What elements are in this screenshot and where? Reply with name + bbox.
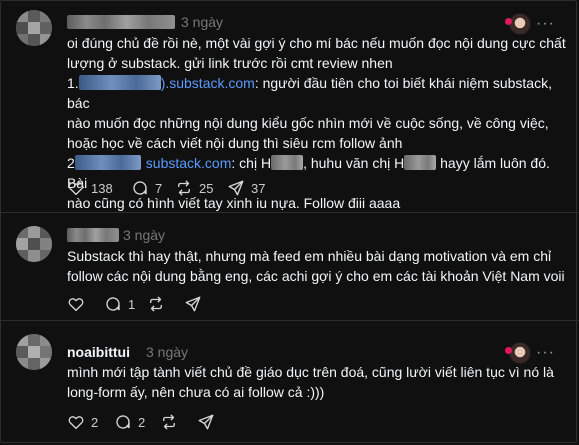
avatar[interactable] <box>16 226 52 262</box>
repost-button[interactable] <box>147 294 165 314</box>
share-count: 37 <box>251 180 266 196</box>
redacted-link <box>74 155 141 170</box>
body-line: nào muốn đọc những nội dung kiểu gốc nhì… <box>67 115 549 131</box>
heart-icon <box>68 416 84 430</box>
body-line: 1.).substack.com: người đầu tiên cho toi… <box>67 75 552 111</box>
comment-icon <box>133 181 147 195</box>
repost-icon <box>150 296 162 312</box>
body-line: mình mới tập tành viết chủ đề giáo dục t… <box>67 364 554 380</box>
like-button[interactable] <box>67 294 85 314</box>
replier-avatar <box>509 13 531 35</box>
heart-icon <box>68 298 84 312</box>
like-count: 2 <box>91 414 99 430</box>
share-button[interactable]: 37 <box>227 178 265 198</box>
post-time: 3 ngày <box>146 344 189 360</box>
send-icon <box>198 414 214 430</box>
body-line: long-form ấy, nên chưa có ai follow cả :… <box>67 384 325 400</box>
repost-count: 25 <box>199 180 214 196</box>
ellipsis-icon[interactable]: ··· <box>536 345 555 361</box>
reply-count: 1 <box>128 296 136 312</box>
body-line: hoặc học về cách viết nội dung thì siêu … <box>67 135 403 151</box>
heart-icon <box>68 182 84 196</box>
repost-button[interactable] <box>160 412 178 432</box>
substack-link[interactable]: ).substack.com <box>161 75 255 91</box>
like-button[interactable]: 2 <box>67 412 98 432</box>
share-button[interactable] <box>197 412 215 432</box>
username-redacted[interactable] <box>67 228 119 242</box>
post-time: 3 ngày <box>181 14 224 30</box>
username-redacted[interactable] <box>67 15 175 29</box>
reply-count: 7 <box>155 180 163 196</box>
substack-link[interactable]: substack.com <box>146 155 232 171</box>
repost-icon <box>178 180 190 196</box>
reply-button[interactable]: 1 <box>104 294 135 314</box>
post-body: Substack thì hay thật, nhưng mà feed em … <box>67 246 567 286</box>
heart-badge-icon <box>505 347 512 354</box>
send-icon <box>228 180 244 196</box>
like-button[interactable]: 138 <box>67 178 113 198</box>
body-line: oi đúng chủ đề rồi nè, một vài gợi ý cho… <box>67 35 566 51</box>
comment-icon <box>116 415 130 429</box>
share-button[interactable] <box>184 294 202 314</box>
reply-button[interactable]: 7 <box>131 178 162 198</box>
redacted-link <box>78 75 161 90</box>
post-3: noaibittui 3 ngày ··· mình mới tập tành … <box>0 321 579 445</box>
replier-avatar <box>509 342 531 364</box>
comment-icon <box>106 297 120 311</box>
reply-button[interactable]: 2 <box>114 412 145 432</box>
body-line: follow các nội dung bằng eng, các achi g… <box>67 268 565 284</box>
reply-count: 2 <box>138 414 146 430</box>
heart-badge-icon <box>505 18 512 25</box>
avatar[interactable] <box>16 10 52 46</box>
ellipsis-icon[interactable]: ··· <box>536 16 555 32</box>
post-body: mình mới tập tành viết chủ đề giáo dục t… <box>67 362 567 402</box>
post-1: 3 ngày ··· oi đúng chủ đề rồi nè, một và… <box>0 0 579 212</box>
like-count: 138 <box>91 180 113 196</box>
post-2: 3 ngày Substack thì hay thật, nhưng mà f… <box>0 213 579 320</box>
redacted-name <box>404 155 437 170</box>
repost-button[interactable]: 25 <box>175 178 213 198</box>
username[interactable]: noaibittui <box>67 344 130 360</box>
body-line: Substack thì hay thật, nhưng mà feed em … <box>67 248 552 264</box>
post-time: 3 ngày <box>123 227 166 243</box>
avatar[interactable] <box>16 334 52 370</box>
redacted-name <box>271 155 304 170</box>
send-icon <box>185 296 201 312</box>
body-line: lượng ở substack. gửi link trước rồi cmt… <box>67 55 393 71</box>
repost-icon <box>163 414 175 430</box>
